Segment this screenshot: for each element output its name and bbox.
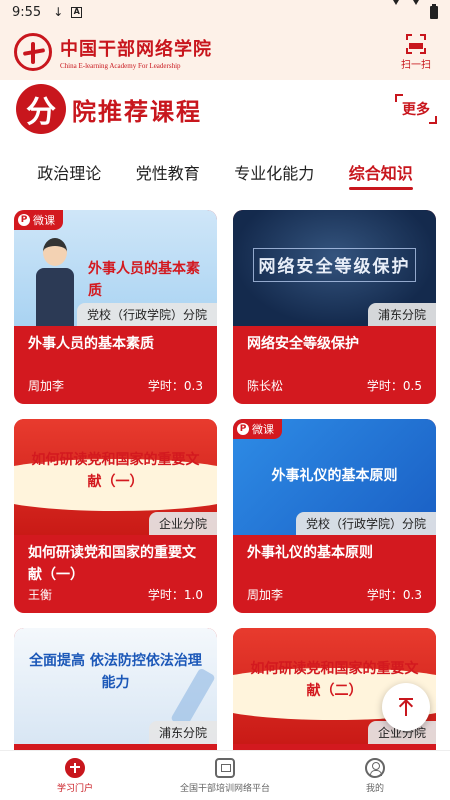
nav-label: 我的 (365, 783, 384, 794)
course-author: 陈长松 (247, 379, 284, 393)
course-title: 如何研读党和国家的重要文献（一） (28, 545, 196, 583)
course-hours: 学时：0.5 (366, 379, 422, 393)
thumbnail-title: 如何研读党和国家的重要文献（一） (31, 452, 200, 491)
course-hours: 学时：1.0 (147, 588, 203, 602)
course-card[interactable]: 如何研读党和国家的重要文献（一） 企业分院 如何研读党和国家的重要文献（一） 王… (14, 419, 217, 613)
arrow-up-icon (398, 698, 414, 716)
section-seal-icon: 分 (16, 84, 66, 134)
bottom-nav: 学习门户 全国干部培训网络平台 我的 (0, 750, 450, 800)
course-thumbnail: 外事人员的基本素质 P 微课 党校（行政学院）分院 (14, 210, 217, 326)
school-tag: 浦东分院 (148, 721, 217, 744)
play-icon: P (18, 214, 30, 226)
user-icon (365, 757, 385, 778)
status-time: 9:55 (12, 4, 42, 20)
nav-training-platform[interactable]: 全国干部培训网络平台 (150, 751, 300, 800)
course-thumbnail: 外事礼仪的基本原则 P 微课 党校（行政学院）分院 (233, 419, 436, 535)
presenter-illustration (36, 238, 74, 326)
course-thumbnail: 全面提高 依法防控依法治理能力 浦东分院 (14, 628, 217, 744)
course-card[interactable]: 外事礼仪的基本原则 P 微课 党校（行政学院）分院 外事礼仪的基本原则 周加李 学时… (233, 419, 436, 613)
tab-party-education[interactable]: 党性教育 (136, 150, 200, 194)
nav-learning-portal[interactable]: 学习门户 (0, 751, 150, 800)
tab-professional-ability[interactable]: 专业化能力 (234, 150, 314, 194)
course-card[interactable]: 全面提高 依法防控依法治理能力 浦东分院 (14, 628, 217, 750)
school-tag: 党校（行政学院）分院 (76, 303, 217, 326)
school-tag: 党校（行政学院）分院 (295, 512, 436, 535)
thumbnail-title: 网络安全等级保护 (258, 257, 411, 277)
course-card[interactable]: 外事人员的基本素质 P 微课 党校（行政学院）分院 外事人员的基本素质 周加李 学时… (14, 210, 217, 404)
course-card[interactable]: 网络安全等级保护 浦东分院 网络安全等级保护 陈长松 学时：0.5 (233, 210, 436, 404)
course-hours: 学时：0.3 (366, 588, 422, 602)
thumbnail-title: 全面提高 依法防控依法治理能力 (29, 653, 202, 692)
course-author: 王衡 (28, 588, 53, 602)
portal-icon (65, 757, 85, 778)
nav-label: 全国干部培训网络平台 (179, 783, 270, 794)
nav-label: 学习门户 (56, 783, 93, 794)
app-header: 中国干部网络学院 China E-learning Academy For Le… (0, 24, 450, 80)
battery-icon (430, 3, 438, 19)
course-title: 外事礼仪的基本原则 (247, 545, 373, 561)
section-header: 分 院推荐课程 更多 (0, 80, 450, 138)
course-author: 周加李 (247, 588, 284, 602)
thumbnail-title: 外事礼仪的基本原则 (271, 468, 398, 484)
signal-icon (410, 0, 422, 20)
app-logo-icon (14, 33, 52, 71)
nav-mine[interactable]: 我的 (300, 751, 450, 800)
course-hours: 学时：0.3 (147, 379, 203, 393)
status-bar: 9:55 ↓ A (0, 0, 450, 24)
micro-course-badge: P 微课 (233, 419, 282, 439)
thumbnail-title: 外事人员的基本素质 (88, 261, 200, 300)
wifi-icon (390, 0, 402, 20)
more-button[interactable]: 更多 (395, 94, 437, 124)
play-icon: P (237, 423, 249, 435)
section-title: 院推荐课程 (72, 96, 202, 126)
brand: 中国干部网络学院 China E-learning Academy For Le… (60, 35, 212, 70)
brand-name: 中国干部网络学院 (60, 38, 212, 60)
scan-button[interactable]: 扫一扫 (396, 33, 436, 71)
school-tag: 企业分院 (148, 512, 217, 535)
tab-general-knowledge[interactable]: 综合知识 (348, 150, 413, 194)
scan-icon (406, 33, 426, 54)
micro-course-badge: P 微课 (14, 210, 63, 230)
brand-subtitle: China E-learning Academy For Leadership (60, 61, 181, 70)
monitor-icon (215, 757, 235, 778)
course-thumbnail: 如何研读党和国家的重要文献（一） 企业分院 (14, 419, 217, 535)
category-tabs: 政治理论 党性教育 专业化能力 综合知识 (0, 150, 450, 194)
scan-label: 扫一扫 (401, 59, 431, 71)
download-icon: ↓ (53, 5, 64, 19)
course-author: 周加李 (28, 379, 65, 393)
tab-politics-theory[interactable]: 政治理论 (37, 150, 101, 194)
school-tag: 浦东分院 (367, 303, 436, 326)
course-grid: 外事人员的基本素质 P 微课 党校（行政学院）分院 外事人员的基本素质 周加李学时… (0, 210, 450, 750)
course-thumbnail: 网络安全等级保护 浦东分院 (233, 210, 436, 326)
course-title: 网络安全等级保护 (247, 336, 359, 352)
a-notification-icon: A (71, 6, 83, 18)
course-title: 外事人员的基本素质 (28, 336, 154, 352)
back-to-top-button[interactable] (382, 683, 430, 731)
